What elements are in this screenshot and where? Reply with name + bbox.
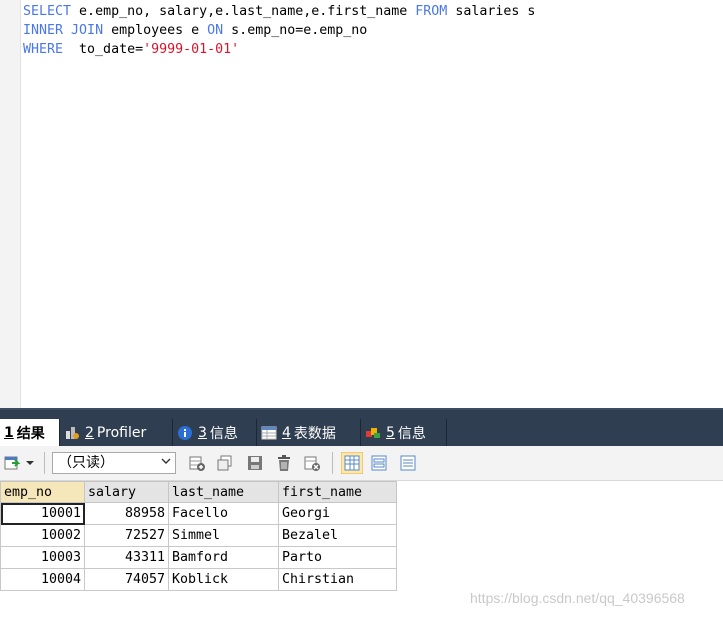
sql-keyword: INNER — [23, 23, 64, 38]
column-header-salary[interactable]: salary — [84, 481, 169, 503]
sql-text: to_date= — [63, 42, 144, 57]
sql-keyword: JOIN — [71, 23, 104, 38]
toolbar-separator — [332, 452, 333, 474]
column-header-last-name[interactable]: last_name — [168, 481, 279, 503]
cell-emp-no[interactable]: 10001 — [0, 502, 85, 525]
cell-first-name[interactable]: Parto — [278, 546, 397, 569]
add-row-icon[interactable] — [188, 454, 206, 472]
sql-code[interactable]: SELECT e.emp_no, salary,e.last_name,e.fi… — [23, 2, 535, 59]
cancel-changes-icon[interactable] — [303, 454, 321, 472]
result-grid[interactable]: emp_no salary last_name first_name 10001… — [0, 481, 397, 591]
cell-first-name[interactable]: Chirstian — [278, 568, 397, 591]
cell-emp-no[interactable]: 10004 — [0, 568, 85, 591]
messages-icon — [366, 427, 380, 438]
duplicate-row-icon[interactable] — [216, 454, 234, 472]
code-line[interactable]: INNER JOIN employees e ON s.emp_no=e.emp… — [23, 21, 535, 40]
sql-text: e.emp_no, salary,e.last_name,e.first_nam… — [71, 4, 416, 19]
tab-label: 信息 — [209, 425, 238, 442]
tab-info[interactable]: 3 信息 — [173, 419, 257, 446]
table-row[interactable]: 10003 43311 Bamford Parto — [0, 546, 397, 569]
table-row[interactable]: 10002 72527 Simmel Bezalel — [0, 524, 397, 547]
cell-salary[interactable]: 72527 — [84, 524, 169, 547]
sql-keyword: FROM — [415, 4, 448, 19]
cell-emp-no[interactable]: 10003 — [0, 546, 85, 569]
result-toolbar: （只读） — [0, 446, 723, 481]
tab-number: 2 — [85, 424, 94, 441]
table-row[interactable]: 10004 74057 Koblick Chirstian — [0, 568, 397, 591]
tab-number: 5 — [386, 424, 395, 441]
code-line[interactable]: SELECT e.emp_no, salary,e.last_name,e.fi… — [23, 2, 535, 21]
tab-table-data[interactable]: 4 表数据 — [257, 419, 361, 446]
sql-keyword: SELECT — [23, 4, 72, 19]
text-view-icon[interactable] — [399, 454, 417, 472]
grid-view-icon[interactable] — [341, 452, 363, 474]
sql-keyword: ON — [207, 23, 224, 38]
table-row[interactable]: 10001 88958 Facello Georgi — [0, 502, 397, 525]
tab-label: 结果 — [16, 425, 45, 442]
sql-keyword: WHERE — [23, 42, 64, 57]
result-mode-value: （只读） — [58, 455, 114, 471]
cell-salary[interactable]: 43311 — [84, 546, 169, 569]
tab-number: 1 — [4, 424, 14, 441]
cell-salary[interactable]: 74057 — [84, 568, 169, 591]
cell-last-name[interactable]: Simmel — [168, 524, 279, 547]
tab-label: Profiler — [96, 424, 147, 441]
chevron-down-icon — [161, 458, 171, 464]
result-mode-select[interactable]: （只读） — [52, 452, 176, 474]
chevron-down-icon[interactable] — [24, 454, 36, 472]
form-view-icon[interactable] — [370, 454, 388, 472]
watermark: https://blog.csdn.net/qq_40396568 — [470, 590, 685, 606]
grid-header-row: emp_no salary last_name first_name — [0, 481, 397, 503]
editor-gutter — [0, 0, 21, 408]
tab-label: 表数据 — [293, 425, 336, 442]
profiler-icon — [66, 426, 79, 439]
delete-icon[interactable] — [275, 454, 293, 472]
cell-first-name[interactable]: Georgi — [278, 502, 397, 525]
cell-salary[interactable]: 88958 — [84, 502, 169, 525]
code-line[interactable]: WHERE to_date='9999-01-01' — [23, 40, 535, 59]
cell-last-name[interactable]: Facello — [168, 502, 279, 525]
toolbar-separator — [44, 452, 45, 474]
sql-string: '9999-01-01' — [143, 42, 240, 57]
tab-label: 信息 — [397, 425, 426, 442]
column-header-first-name[interactable]: first_name — [278, 481, 397, 503]
export-icon[interactable] — [3, 454, 21, 472]
table-data-icon — [261, 426, 277, 439]
sql-text: salaries s — [447, 4, 536, 19]
tab-number: 4 — [282, 424, 291, 441]
tab-number: 3 — [198, 424, 207, 441]
sql-editor[interactable]: SELECT e.emp_no, salary,e.last_name,e.fi… — [0, 0, 723, 408]
result-tabbar: 1 结果 2 Profiler 3 信息 4 表数据 5 信息 — [0, 408, 723, 446]
sql-text: s.emp_no=e.emp_no — [223, 23, 368, 38]
sql-text: employees e — [103, 23, 208, 38]
cell-first-name[interactable]: Bezalel — [278, 524, 397, 547]
cell-last-name[interactable]: Koblick — [168, 568, 279, 591]
tab-result[interactable]: 1 结果 — [0, 419, 60, 446]
cell-emp-no[interactable]: 10002 — [0, 524, 85, 547]
tab-info-2[interactable]: 5 信息 — [361, 419, 447, 446]
tab-profiler[interactable]: 2 Profiler — [60, 419, 173, 446]
cell-last-name[interactable]: Bamford — [168, 546, 279, 569]
column-header-emp-no[interactable]: emp_no — [0, 481, 85, 503]
save-icon[interactable] — [246, 454, 264, 472]
info-icon — [178, 425, 192, 440]
